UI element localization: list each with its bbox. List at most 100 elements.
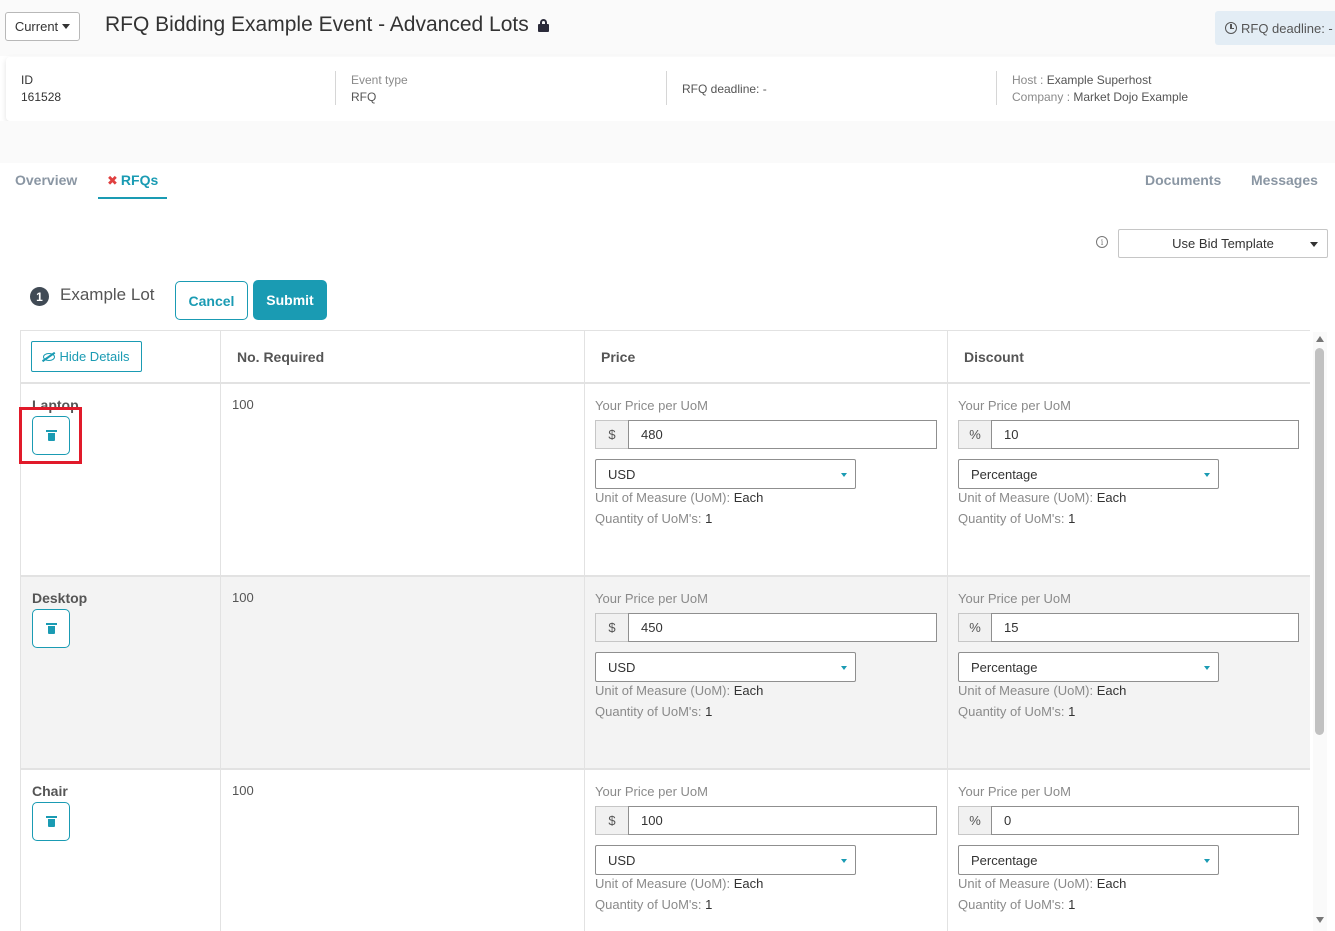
scroll-thumb[interactable] xyxy=(1315,348,1324,735)
price-field-label: Your Price per UoM xyxy=(595,398,708,413)
price-input[interactable] xyxy=(628,420,937,449)
price-input-group: $ xyxy=(595,806,937,835)
discount-type-value: Percentage xyxy=(971,659,1038,675)
highlight-box xyxy=(19,407,82,464)
caret-down-icon xyxy=(841,473,847,477)
table-row: Chair 100 Your Price per UoM $ USD Unit … xyxy=(21,770,1310,931)
uom-text: Unit of Measure (UoM): Each xyxy=(958,683,1127,698)
uom-quantity-text: Quantity of UoM's: 1 xyxy=(958,897,1076,912)
uom-quantity-text: Quantity of UoM's: 1 xyxy=(958,704,1076,719)
discount-type-select[interactable]: Percentage xyxy=(958,652,1219,682)
item-name: Chair xyxy=(32,783,68,799)
discount-cell: Your Price per UoM % Percentage Unit of … xyxy=(948,384,1310,575)
item-name: Desktop xyxy=(32,590,88,606)
uom-text: Unit of Measure (UoM): Each xyxy=(958,876,1127,891)
caret-down-icon xyxy=(62,24,71,29)
deadline-badge: RFQ deadline: - xyxy=(1215,11,1335,45)
bid-template-dropdown[interactable]: Use Bid Template xyxy=(1118,229,1328,258)
required-cell: 100 xyxy=(221,577,585,768)
table-header: Hide Details No. Required Price Discount xyxy=(21,330,1310,384)
tab-documents[interactable]: Documents xyxy=(1145,172,1221,188)
currency-select[interactable]: USD xyxy=(595,652,856,682)
price-field-label: Your Price per UoM xyxy=(595,591,708,606)
info-icon[interactable]: i xyxy=(1096,236,1108,248)
discount-type-value: Percentage xyxy=(971,466,1038,482)
scroll-up-arrow[interactable] xyxy=(1316,336,1324,342)
price-cell: Your Price per UoM $ USD Unit of Measure… xyxy=(585,770,948,931)
vertical-scrollbar[interactable] xyxy=(1313,332,1327,931)
eye-slash-icon xyxy=(43,352,56,361)
event-id-value: 161528 xyxy=(21,90,62,104)
delete-item-button[interactable] xyxy=(32,609,70,648)
close-icon: ✖ xyxy=(107,173,118,188)
percent-symbol: % xyxy=(958,613,991,642)
delete-item-button[interactable] xyxy=(32,802,70,841)
price-input[interactable] xyxy=(628,613,937,642)
discount-input[interactable] xyxy=(991,613,1299,642)
price-input-group: $ xyxy=(595,420,937,449)
background-band xyxy=(0,121,1335,163)
tab-rfqs[interactable]: ✖ RFQs xyxy=(107,172,158,189)
company-label: Company : xyxy=(1012,90,1074,104)
currency-select-value: USD xyxy=(608,852,636,868)
header-discount: Discount xyxy=(948,331,1310,383)
currency-select-value: USD xyxy=(608,466,636,482)
version-dropdown[interactable]: Current xyxy=(5,12,80,41)
lock-icon xyxy=(537,18,549,32)
event-type-value: RFQ xyxy=(351,90,377,104)
quantity-required: 100 xyxy=(232,590,254,605)
clock-icon xyxy=(1225,22,1237,34)
discount-input[interactable] xyxy=(991,806,1299,835)
discount-type-select[interactable]: Percentage xyxy=(958,459,1219,489)
trash-icon xyxy=(46,816,57,827)
divider xyxy=(335,71,336,105)
company-line: Company : Market Dojo Example xyxy=(1012,90,1188,104)
discount-field-label: Your Price per UoM xyxy=(958,398,1071,413)
currency-select[interactable]: USD xyxy=(595,459,856,489)
trash-icon xyxy=(46,623,57,634)
tab-rfqs-label: RFQs xyxy=(120,172,159,188)
uom-text: Unit of Measure (UoM): Each xyxy=(595,876,764,891)
currency-select[interactable]: USD xyxy=(595,845,856,875)
tab-overview[interactable]: Overview xyxy=(15,172,77,188)
discount-type-select[interactable]: Percentage xyxy=(958,845,1219,875)
uom-text: Unit of Measure (UoM): Each xyxy=(595,490,764,505)
divider xyxy=(996,71,997,105)
price-input-group: $ xyxy=(595,613,937,642)
tab-messages[interactable]: Messages xyxy=(1251,172,1318,188)
rfq-deadline-text: RFQ deadline: - xyxy=(682,82,767,96)
caret-down-icon xyxy=(1204,666,1210,670)
required-cell: 100 xyxy=(221,384,585,575)
caret-down-icon xyxy=(1204,473,1210,477)
discount-input-group: % xyxy=(958,613,1299,642)
currency-symbol: $ xyxy=(595,613,628,642)
event-id-label: ID xyxy=(21,73,33,87)
discount-type-value: Percentage xyxy=(971,852,1038,868)
uom-quantity-text: Quantity of UoM's: 1 xyxy=(595,704,713,719)
hide-details-button[interactable]: Hide Details xyxy=(31,341,142,372)
uom-text: Unit of Measure (UoM): Each xyxy=(958,490,1127,505)
price-input[interactable] xyxy=(628,806,937,835)
cancel-button[interactable]: Cancel xyxy=(175,281,248,320)
hide-details-label: Hide Details xyxy=(59,349,130,364)
page-title: RFQ Bidding Example Event - Advanced Lot… xyxy=(105,13,549,37)
table-row: Laptop 100 Your Price per UoM $ USD Unit… xyxy=(21,384,1310,577)
submit-button[interactable]: Submit xyxy=(253,280,327,320)
active-tab-indicator xyxy=(98,197,167,199)
price-cell: Your Price per UoM $ USD Unit of Measure… xyxy=(585,384,948,575)
bid-template-label: Use Bid Template xyxy=(1172,236,1274,251)
host-line: Host : Example Superhost xyxy=(1012,73,1151,87)
event-type-label: Event type xyxy=(351,73,408,87)
discount-input-group: % xyxy=(958,806,1299,835)
item-cell: Chair xyxy=(21,770,221,931)
currency-select-value: USD xyxy=(608,659,636,675)
lot-name: Example Lot xyxy=(60,285,155,304)
scroll-down-arrow[interactable] xyxy=(1316,917,1324,923)
top-bar: Current RFQ Bidding Example Event - Adva… xyxy=(0,0,1335,56)
header-price: Price xyxy=(585,331,948,383)
uom-quantity-text: Quantity of UoM's: 1 xyxy=(958,511,1076,526)
required-cell: 100 xyxy=(221,770,585,931)
uom-quantity-text: Quantity of UoM's: 1 xyxy=(595,897,713,912)
discount-input[interactable] xyxy=(991,420,1299,449)
caret-down-icon xyxy=(1310,242,1318,247)
